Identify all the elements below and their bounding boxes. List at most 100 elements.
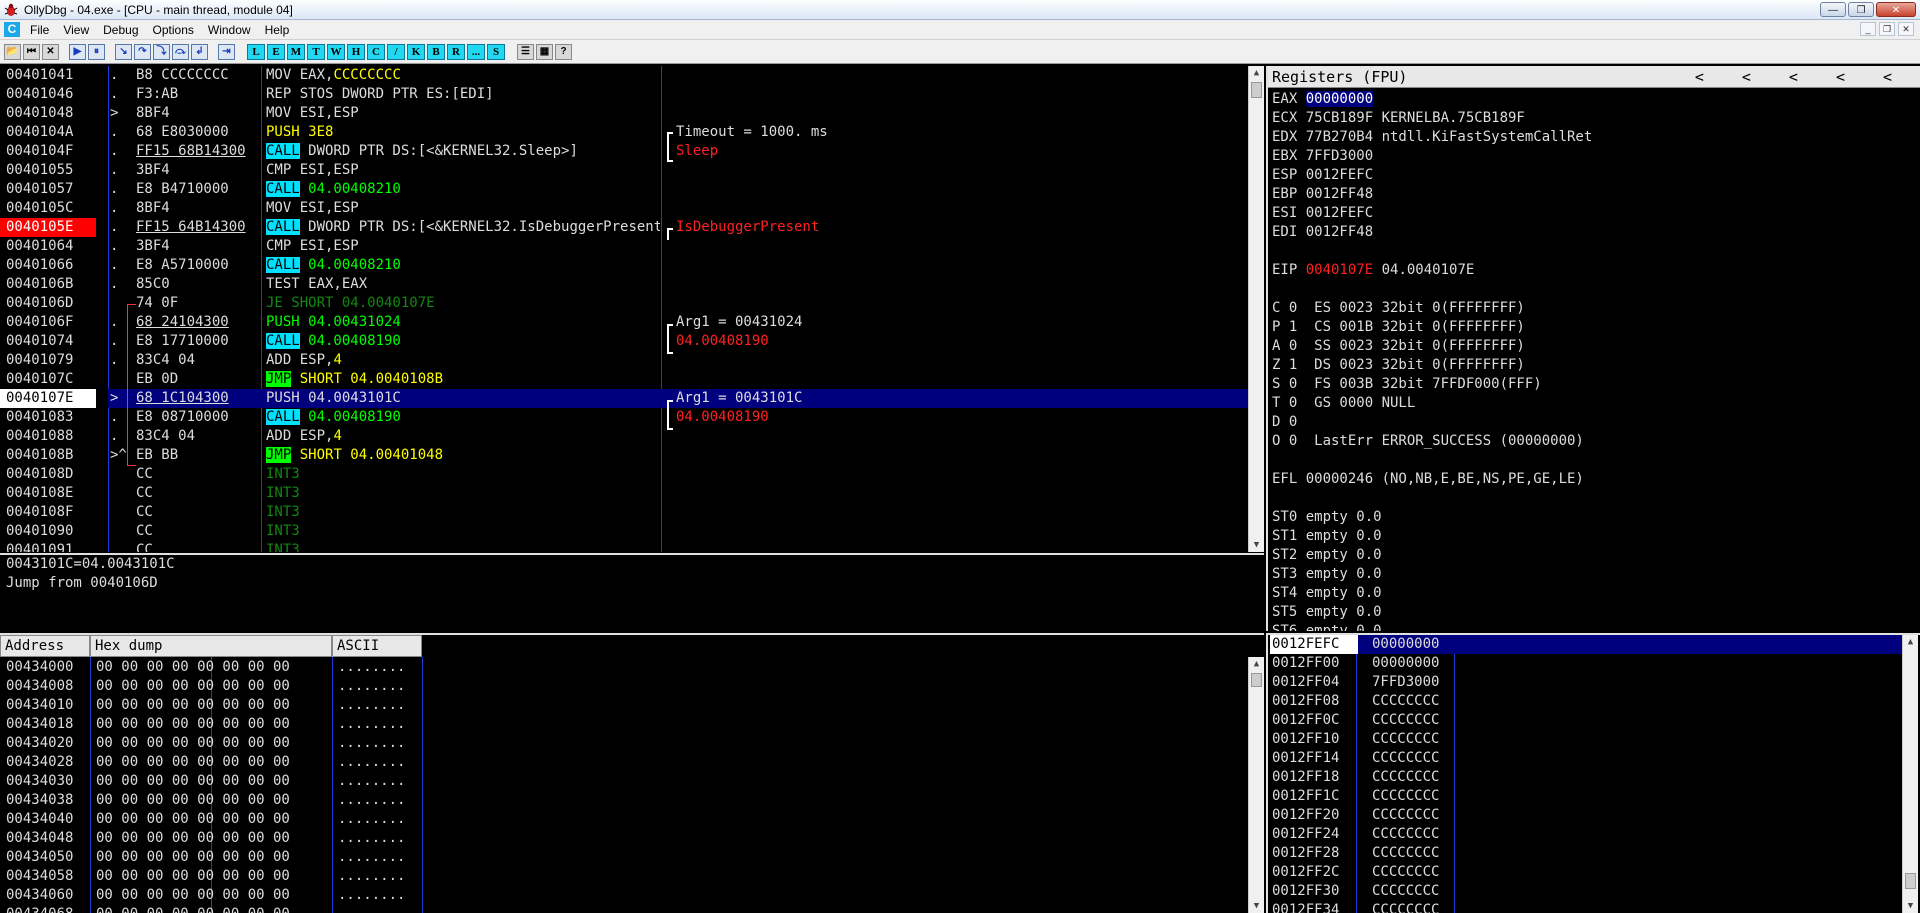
dump-hex[interactable]: 00 00 00 00 00 00 00 00 bbox=[96, 829, 290, 848]
register-line[interactable]: A 0 SS 0023 32bit 0(FFFFFFFF) bbox=[1272, 337, 1525, 356]
dump-header-ascii[interactable]: ASCII bbox=[332, 635, 422, 657]
execute-till-return-icon[interactable]: ↲ bbox=[191, 44, 208, 60]
disasm-address[interactable]: 0040108B bbox=[0, 446, 96, 465]
disassembly-pane[interactable]: 00401041. B8 CCCCCCCC MOV EAX,CCCCCCCC 0040… bbox=[0, 66, 1264, 552]
toolbar-h-button[interactable]: H bbox=[347, 44, 365, 60]
disasm-instruction[interactable]: CMP ESI,ESP bbox=[266, 237, 660, 256]
toolbar-patch-button[interactable]: / bbox=[387, 44, 405, 60]
disasm-instruction[interactable]: JMP SHORT 04.00401048 bbox=[266, 446, 660, 465]
stack-address[interactable]: 0012FF18 bbox=[1270, 768, 1358, 787]
dump-address[interactable]: 00434008 bbox=[6, 677, 73, 696]
stack-value[interactable]: CCCCCCCC bbox=[1372, 901, 1439, 913]
disasm-address[interactable]: 0040106F bbox=[0, 313, 96, 332]
registers-pane[interactable]: Registers (FPU) < < < < < EAX 00000000 ECX 75… bbox=[1266, 66, 1920, 631]
disasm-instruction[interactable]: PUSH 3E8 bbox=[266, 123, 660, 142]
step-over-icon[interactable]: ↷ bbox=[134, 44, 151, 60]
register-line[interactable]: ECX 75CB189F KERNELBA.75CB189F bbox=[1272, 109, 1525, 128]
register-line[interactable]: O 0 LastErr ERROR_SUCCESS (00000000) bbox=[1272, 432, 1584, 451]
dump-ascii[interactable]: ........ bbox=[338, 753, 405, 772]
disasm-instruction[interactable]: MOV ESI,ESP bbox=[266, 104, 660, 123]
disasm-hex[interactable]: 3BF4 bbox=[136, 161, 260, 180]
disasm-address[interactable]: 0040106D bbox=[0, 294, 96, 313]
scroll-up-icon[interactable]: ▲ bbox=[1249, 66, 1264, 80]
dump-hex[interactable]: 00 00 00 00 00 00 00 00 bbox=[96, 867, 290, 886]
disasm-instruction[interactable]: CALL 04.00408210 bbox=[266, 180, 660, 199]
toolbar-b-button[interactable]: B bbox=[427, 44, 445, 60]
disasm-instruction[interactable]: REP STOS DWORD PTR ES:[EDI] bbox=[266, 85, 660, 104]
dump-hex[interactable]: 00 00 00 00 00 00 00 00 bbox=[96, 772, 290, 791]
dump-ascii[interactable]: ........ bbox=[338, 810, 405, 829]
register-arrow-button[interactable]: < bbox=[1836, 66, 1845, 88]
disasm-hex[interactable]: EB 0D bbox=[136, 370, 260, 389]
dump-hex[interactable]: 00 00 00 00 00 00 00 00 bbox=[96, 905, 290, 913]
register-line[interactable]: ST3 empty 0.0 bbox=[1272, 565, 1382, 584]
hex-dump-pane[interactable]: Address Hex dump ASCII 00434000 00 00 00 … bbox=[0, 633, 1264, 913]
dump-hex[interactable]: 00 00 00 00 00 00 00 00 bbox=[96, 848, 290, 867]
register-line[interactable]: EAX 00000000 bbox=[1272, 90, 1374, 109]
run-icon[interactable]: ▶ bbox=[69, 44, 86, 60]
stack-pane[interactable]: 0012FEFC 00000000 0012FF00 00000000 0012FF04… bbox=[1266, 633, 1920, 913]
register-line[interactable]: EBX 7FFD3000 bbox=[1272, 147, 1373, 166]
disasm-address[interactable]: 00401091 bbox=[0, 541, 96, 552]
disasm-address[interactable]: 00401079 bbox=[0, 351, 96, 370]
disasm-instruction[interactable]: INT3 bbox=[266, 503, 660, 522]
disasm-hex[interactable]: 8BF4 bbox=[136, 104, 260, 123]
register-line[interactable]: ST6 empty 0.0 bbox=[1272, 622, 1382, 631]
disasm-hex[interactable]: 68 E8030000 bbox=[136, 123, 260, 142]
disasm-hex[interactable]: 83C4 04 bbox=[136, 427, 260, 446]
dump-header-address[interactable]: Address bbox=[0, 635, 90, 657]
stack-address[interactable]: 0012FF20 bbox=[1270, 806, 1358, 825]
disasm-hex[interactable]: E8 A5710000 bbox=[136, 256, 260, 275]
register-line[interactable]: ESI 0012FEFC bbox=[1272, 204, 1373, 223]
register-line[interactable]: ESP 0012FEFC bbox=[1272, 166, 1373, 185]
stack-address[interactable]: 0012FF10 bbox=[1270, 730, 1358, 749]
register-line[interactable]: T 0 GS 0000 NULL bbox=[1272, 394, 1415, 413]
disasm-instruction[interactable]: CMP ESI,ESP bbox=[266, 161, 660, 180]
dump-ascii[interactable]: ........ bbox=[338, 867, 405, 886]
stack-value[interactable]: 00000000 bbox=[1372, 654, 1439, 673]
close-debug-icon[interactable]: ✕ bbox=[42, 44, 59, 60]
disasm-hex[interactable]: CC bbox=[136, 465, 260, 484]
disasm-instruction[interactable]: ADD ESP,4 bbox=[266, 427, 660, 446]
restore-button[interactable]: ❐ bbox=[1848, 2, 1874, 17]
disasm-address[interactable]: 0040107C bbox=[0, 370, 96, 389]
stack-value[interactable]: CCCCCCCC bbox=[1372, 692, 1439, 711]
dump-ascii[interactable]: ........ bbox=[338, 734, 405, 753]
stack-value[interactable]: CCCCCCCC bbox=[1372, 844, 1439, 863]
disasm-instruction[interactable]: JE SHORT 04.0040107E bbox=[266, 294, 660, 313]
disasm-hex[interactable]: 3BF4 bbox=[136, 237, 260, 256]
disasm-instruction[interactable]: MOV ESI,ESP bbox=[266, 199, 660, 218]
grid-icon[interactable]: ▦ bbox=[536, 44, 553, 60]
minimize-button[interactable]: — bbox=[1820, 2, 1846, 17]
register-line[interactable]: EDX 77B270B4 ntdll.KiFastSystemCallRet bbox=[1272, 128, 1592, 147]
disasm-address[interactable]: 0040107E bbox=[0, 389, 96, 408]
disasm-address[interactable]: 00401057 bbox=[0, 180, 96, 199]
dump-scrollbar[interactable]: ▲ ▼ bbox=[1248, 657, 1264, 913]
disasm-address[interactable]: 00401046 bbox=[0, 85, 96, 104]
stack-address[interactable]: 0012FF2C bbox=[1270, 863, 1358, 882]
register-line[interactable]: ST1 empty 0.0 bbox=[1272, 527, 1382, 546]
disasm-address[interactable]: 0040104A bbox=[0, 123, 96, 142]
register-line[interactable]: ST5 empty 0.0 bbox=[1272, 603, 1382, 622]
stack-address[interactable]: 0012FF1C bbox=[1270, 787, 1358, 806]
disasm-hex[interactable]: 74 0F bbox=[136, 294, 260, 313]
disasm-address[interactable]: 00401064 bbox=[0, 237, 96, 256]
toolbar-l-button[interactable]: L bbox=[247, 44, 265, 60]
disasm-hex[interactable]: CC bbox=[136, 522, 260, 541]
disasm-address[interactable]: 0040105C bbox=[0, 199, 96, 218]
dump-address[interactable]: 00434068 bbox=[6, 905, 73, 913]
scroll-thumb[interactable] bbox=[1251, 82, 1262, 98]
open-icon[interactable]: 📂 bbox=[4, 44, 21, 60]
disasm-hex[interactable]: 68 1C104300 bbox=[136, 389, 260, 408]
disasm-address[interactable]: 00401083 bbox=[0, 408, 96, 427]
disasm-instruction[interactable]: CALL DWORD PTR DS:[<&KERNEL32.IsDebugger… bbox=[266, 218, 660, 237]
mdi-restore-button[interactable]: ❐ bbox=[1879, 22, 1895, 36]
dump-ascii[interactable]: ........ bbox=[338, 715, 405, 734]
dump-ascii[interactable]: ........ bbox=[338, 829, 405, 848]
menu-file[interactable]: File bbox=[30, 23, 49, 37]
register-line[interactable]: EFL 00000246 (NO,NB,E,BE,NS,PE,GE,LE) bbox=[1272, 470, 1584, 489]
dump-ascii[interactable]: ........ bbox=[338, 848, 405, 867]
disasm-address[interactable]: 0040104F bbox=[0, 142, 96, 161]
scroll-thumb[interactable] bbox=[1251, 673, 1262, 687]
stack-address[interactable]: 0012FF00 bbox=[1270, 654, 1358, 673]
